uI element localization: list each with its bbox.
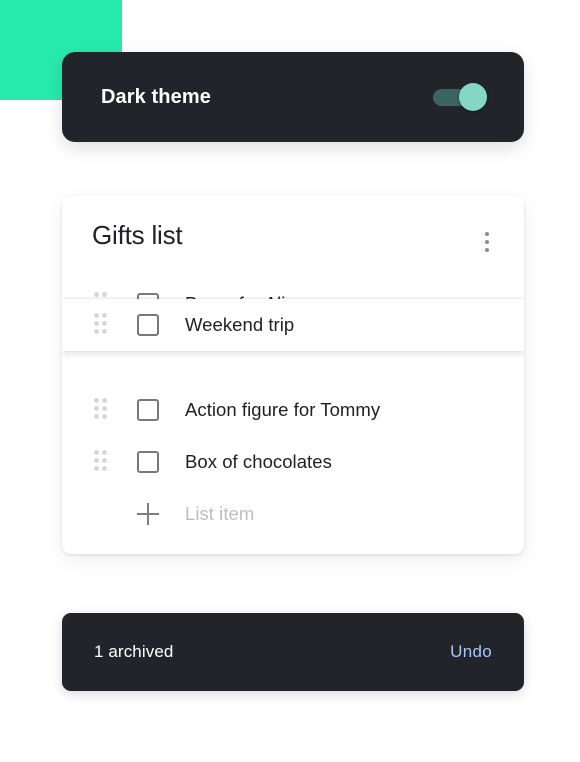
dark-theme-card: Dark theme bbox=[62, 52, 524, 142]
handle-dot bbox=[94, 450, 99, 455]
handle-dot bbox=[102, 292, 107, 297]
dark-theme-toggle[interactable] bbox=[433, 82, 487, 112]
handle-dot bbox=[102, 458, 107, 463]
plus-icon[interactable] bbox=[137, 503, 159, 525]
drag-handle-icon[interactable] bbox=[94, 450, 114, 474]
snackbar: 1 archived Undo bbox=[62, 613, 524, 691]
list-item-label: Weekend trip bbox=[185, 314, 295, 335]
toggle-thumb bbox=[459, 83, 487, 111]
list-item-label: Box of chocolates bbox=[185, 451, 332, 472]
handle-dot bbox=[102, 329, 107, 334]
kebab-dot bbox=[485, 248, 489, 252]
kebab-dot bbox=[485, 232, 489, 236]
drag-handle-icon[interactable] bbox=[94, 398, 114, 422]
handle-dot bbox=[94, 398, 99, 403]
list-item[interactable]: Box of chocolates bbox=[62, 436, 524, 488]
handle-dot bbox=[102, 406, 107, 411]
handle-dot bbox=[102, 321, 107, 326]
dark-theme-label: Dark theme bbox=[101, 85, 211, 108]
list-item[interactable]: Action figure for Tommy bbox=[62, 384, 524, 436]
handle-dot bbox=[94, 458, 99, 463]
handle-dot bbox=[102, 414, 107, 419]
list-item-checkbox[interactable] bbox=[137, 451, 159, 473]
list-card-header: Gifts list bbox=[62, 196, 524, 278]
list-item-label: Action figure for Tommy bbox=[185, 399, 381, 420]
handle-dot bbox=[94, 292, 99, 297]
drag-handle-icon[interactable] bbox=[94, 313, 114, 337]
handle-dot bbox=[94, 406, 99, 411]
list-item-checkbox[interactable] bbox=[137, 399, 159, 421]
handle-dot bbox=[102, 466, 107, 471]
handle-dot bbox=[102, 398, 107, 403]
handle-dot bbox=[102, 450, 107, 455]
kebab-dot bbox=[485, 240, 489, 244]
more-vert-icon[interactable] bbox=[476, 229, 498, 255]
handle-dot bbox=[94, 329, 99, 334]
list-item-checkbox[interactable] bbox=[137, 314, 159, 336]
handle-dot bbox=[94, 466, 99, 471]
handle-dot bbox=[94, 414, 99, 419]
undo-button[interactable]: Undo bbox=[450, 642, 492, 662]
list-rows: Dress for Alice Weekend trip Action figu… bbox=[62, 278, 524, 540]
add-list-item-row[interactable]: List item bbox=[62, 488, 524, 540]
handle-dot bbox=[102, 313, 107, 318]
add-list-item-placeholder: List item bbox=[185, 503, 255, 524]
snackbar-message: 1 archived bbox=[94, 642, 174, 661]
handle-dot bbox=[94, 321, 99, 326]
page-title: Gifts list bbox=[92, 220, 183, 250]
gifts-list-card: Gifts list Dress for Alice bbox=[62, 196, 524, 554]
list-item-dragging[interactable]: Weekend trip bbox=[62, 299, 524, 351]
handle-dot bbox=[94, 313, 99, 318]
